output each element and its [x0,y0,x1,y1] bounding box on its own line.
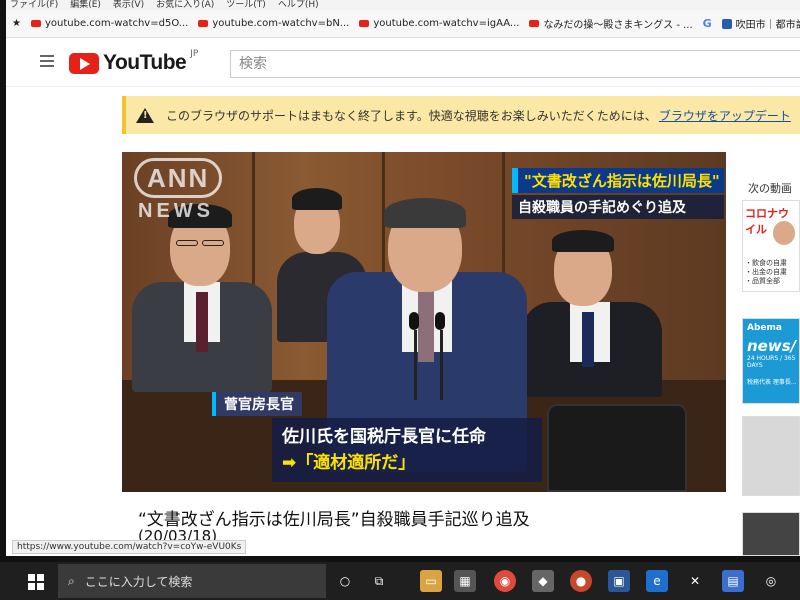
bookmark-label: youtube.com-watchv=bN... [212,18,350,29]
menu-help[interactable]: ヘルプ(H) [278,0,319,10]
task-view-icon[interactable]: ⧉ [368,570,390,592]
ann-text: ANN [134,158,223,198]
bookmark-item[interactable]: なみだの操〜殿さまキングス - ... [529,16,693,31]
news-text: NEWS [138,200,214,222]
related-video-thumbnail[interactable] [742,416,800,496]
file-explorer-icon[interactable]: ▭ [420,570,442,592]
headline-sub: 自殺職員の手記めぐり追及 [512,195,724,219]
browser-window: ファイル(F) 編集(E) 表示(V) お気に入り(A) ツール(T) ヘルプ(… [6,0,800,556]
app-icon[interactable]: ✕ [684,570,706,592]
internet-explorer-icon[interactable]: e [646,570,668,592]
news-caption: 佐川氏を国税庁長官に任命 ➡「適材適所だ」 [272,418,542,482]
up-next-label: 次の動画 [748,182,792,195]
menu-file[interactable]: ファイル(F) [10,0,58,10]
caption-line-1: 佐川氏を国税庁長官に任命 [282,427,486,447]
youtube-header: YouTube JP 検索 [6,39,800,87]
windows-start-icon[interactable] [28,574,44,590]
favorites-star-icon[interactable]: ★ [12,18,21,29]
bookmark-item[interactable]: youtube.com-watchv=bN... [198,18,349,29]
menu-bar: ファイル(F) 編集(E) 表示(V) お気に入り(A) ツール(T) ヘルプ(… [6,0,800,10]
bookmark-label: youtube.com-watchv=d5O... [44,18,189,29]
app-icon[interactable]: ● [570,570,592,592]
speaker-title: 菅官房長官 [212,392,302,416]
app-icon[interactable]: ◆ [532,570,554,592]
windows-taskbar: ⌕ ここに入力して検索 ○ ⧉ ▭ ▦ ◉ ◆ ● ▣ e ✕ ▤ ◎ [0,562,800,600]
bookmark-label: 吹田市｜都市計画情報閲覧... [735,20,800,31]
bookmark-item[interactable]: youtube.com-watchv=d5O... [30,18,189,29]
youtube-icon [30,20,41,27]
menu-icon[interactable] [40,55,54,67]
taskbar-search-placeholder: ここに入力して検索 [84,574,193,589]
taskbar-search[interactable]: ⌕ ここに入力して検索 [58,564,326,598]
bookmark-label: youtube.com-watchv=igAA... [373,18,520,29]
app-icon[interactable]: ▣ [608,570,630,592]
youtube-logo[interactable]: YouTube JP [69,49,199,75]
chair [547,404,687,492]
cortana-icon[interactable]: ○ [334,570,356,592]
related-video-thumbnail[interactable] [742,512,800,556]
youtube-icon [529,20,540,27]
app-icon[interactable]: ▤ [722,570,744,592]
abema-label: Abema [747,323,782,333]
arrow-icon: ➡ [282,453,297,473]
bookmark-item[interactable]: G [703,17,712,30]
youtube-icon [359,20,370,27]
abema-news-label: news/ [747,337,797,355]
caption-line-2: 「適材適所だ」 [296,453,416,473]
bookmark-item[interactable]: 吹田市｜都市計画情報閲覧... [721,16,800,31]
monitor-bezel: ファイル(F) 編集(E) 表示(V) お気に入り(A) ツール(T) ヘルプ(… [0,0,800,600]
update-browser-link[interactable]: ブラウザをアップデート [659,107,791,124]
city-icon [721,18,732,29]
search-icon: ⌕ [68,573,75,588]
logo-text: YouTube [103,51,187,74]
next-video-thumbnail[interactable]: コロナウイル ・飲食の自粛 ・出金の自粛 ・品質全部 [742,200,800,292]
related-video-thumbnail[interactable]: Abema news/ 24 HOURS / 365 DAYS 税務代表 理事長… [742,318,800,404]
youtube-icon [198,20,209,27]
browser-support-banner: このブラウザのサポートはまもなく終了します。快適な視聴をお楽しみいただくためには… [122,96,800,134]
bookmark-label: なみだの操〜殿さまキングス - ... [543,20,693,31]
abema-bottom: 税務代表 理事長... [747,379,797,386]
menu-tools[interactable]: ツール(T) [226,0,266,10]
headline-main: "文書改ざん指示は佐川局長" [512,168,724,193]
news-headline: "文書改ざん指示は佐川局長" 自殺職員の手記めぐり追及 [512,168,724,219]
bookmark-item[interactable]: youtube.com-watchv=igAA... [359,18,519,29]
menu-view[interactable]: 表示(V) [113,0,144,10]
google-icon: G [702,17,712,30]
chrome-icon[interactable]: ◉ [494,570,516,592]
thumbnail-text: ・飲食の自粛 ・出金の自粛 ・品質全部 [745,259,787,285]
calendar-app-icon[interactable]: ▦ [454,570,476,592]
menu-favorites[interactable]: お気に入り(A) [156,0,214,10]
app-icon[interactable]: ◎ [760,570,782,592]
banner-message: このブラウザのサポートはまもなく終了します。快適な視聴をお楽しみいただくためには… [166,108,657,123]
region-label: JP [190,49,199,59]
warning-icon [136,107,154,123]
abema-sub: 24 HOURS / 365 DAYS [747,355,796,369]
youtube-play-icon [69,52,99,74]
video-player[interactable]: ANN NEWS "文書改ざん指示は佐川局長" 自殺職員の手記めぐり追及 菅官房… [122,152,726,492]
ann-news-logo: ANN NEWS [134,158,223,223]
search-input[interactable]: 検索 [230,50,800,78]
status-bar-url: https://www.youtube.com/watch?v=coYw-eVU… [12,540,247,554]
thumbnail-face [773,221,795,245]
menu-edit[interactable]: 編集(E) [70,0,101,10]
favorites-bar: ★ youtube.com-watchv=d5O... youtube.com-… [6,10,800,38]
